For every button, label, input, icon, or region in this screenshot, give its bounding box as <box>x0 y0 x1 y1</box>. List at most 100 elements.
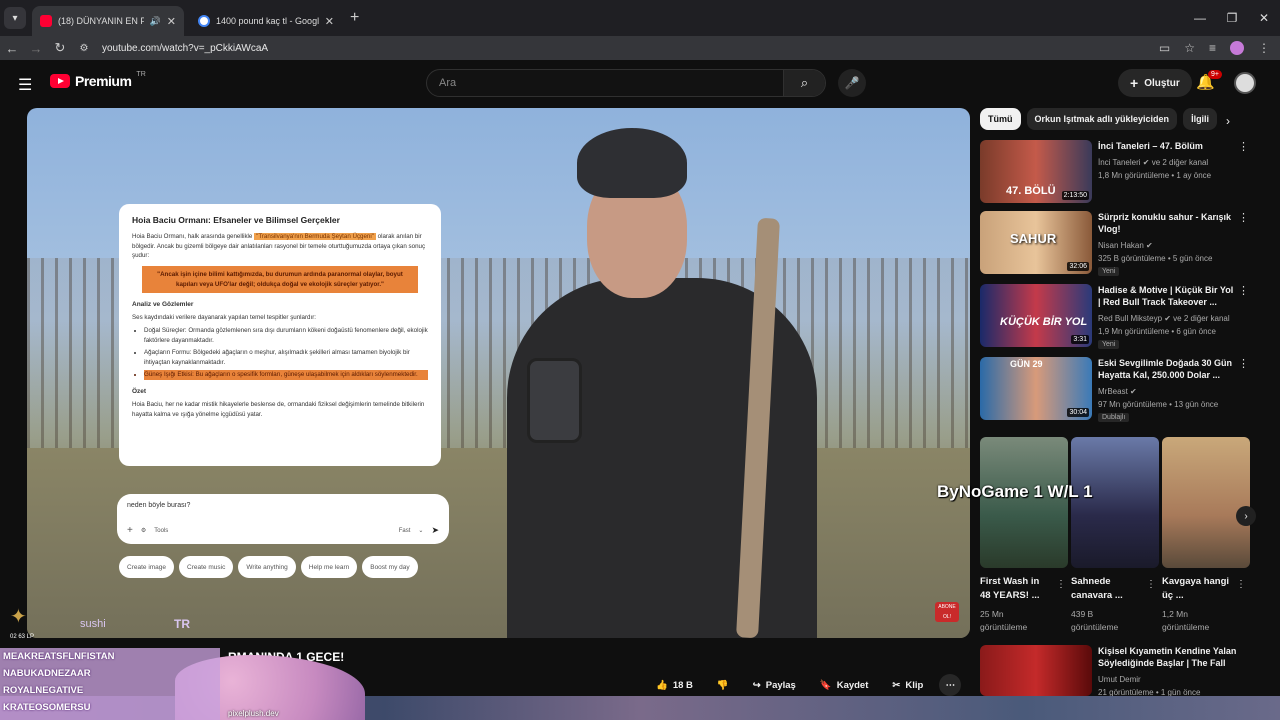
clip-button[interactable]: ✂ Klip <box>884 674 931 696</box>
video-title[interactable]: Kişisel Kıyametin Kendine Yalan Söylediğ… <box>1098 645 1238 669</box>
voice-search-icon[interactable]: 🎤 <box>838 69 866 97</box>
more-options-icon[interactable]: ⋮ <box>1238 140 1249 153</box>
list-item[interactable]: SAHUR 32:06 Sürpriz konuklu sahur - Karı… <box>980 211 1270 277</box>
tools-icon[interactable]: ⚙ <box>141 527 146 534</box>
chip-boost-my-day[interactable]: Boost my day <box>362 556 418 578</box>
chip-create-image[interactable]: Create image <box>119 556 175 578</box>
card-title: Hoia Baciu Ormanı: Efsaneler ve Bilimsel… <box>132 215 340 225</box>
cast-icon[interactable]: ▭ <box>1159 41 1170 55</box>
more-options-icon[interactable]: ⋮ <box>1238 211 1249 224</box>
minimize-icon[interactable]: — <box>1184 11 1216 25</box>
media-control-icon[interactable]: ≡ <box>1209 41 1216 55</box>
prompt-input[interactable]: neden böyle burası? <box>127 502 190 509</box>
close-tab-icon[interactable]: ✕ <box>325 15 334 28</box>
like-button[interactable]: 👍 18 B <box>648 674 701 696</box>
short-thumbnail[interactable] <box>1071 437 1159 568</box>
overlay-tr: TR <box>174 617 190 631</box>
channel-name[interactable]: İnci Taneleri ✔ ve 2 diğer kanal <box>1098 158 1248 167</box>
stream-overlay-panel: ✦ 02 63 LP sushi TR MEAKREATSFLNFISTAN N… <box>0 600 230 720</box>
profile-icon[interactable] <box>1230 41 1244 55</box>
chip-write-anything[interactable]: Write anything <box>238 556 296 578</box>
chip-all[interactable]: Tümü <box>980 108 1021 130</box>
youtube-premium-logo[interactable]: Premium TR <box>50 71 146 89</box>
video-thumbnail[interactable]: KÜÇÜK BİR YOL 3:31 <box>980 284 1092 347</box>
list-item[interactable]: GÜN 29 30:04 Eski Sevgilimle Doğada 30 G… <box>980 357 1270 423</box>
search-icon[interactable]: ⌕ <box>783 70 825 96</box>
subscribe-watermark[interactable]: ABONE OL! <box>935 602 959 622</box>
site-info-icon[interactable]: ⚙ <box>72 43 96 54</box>
tab-search-button[interactable]: ▾ <box>4 7 26 29</box>
duration-badge: 32:06 <box>1067 262 1089 271</box>
video-thumbnail[interactable]: 47. BÖLÜ 2:13:50 <box>980 140 1092 203</box>
short-title[interactable]: First Wash in 48 YEARS! ... <box>980 575 1050 603</box>
tab-youtube[interactable]: (18) DÜNYANIN EN PARAN 🔊 ✕ <box>32 6 184 36</box>
chip-related[interactable]: İlgili <box>1183 108 1218 130</box>
video-title[interactable]: Eski Sevgilimle Doğada 30 Gün Hayatta Ka… <box>1098 357 1238 381</box>
more-options-icon[interactable]: ⋮ <box>1238 357 1249 370</box>
mode-select[interactable]: Fast <box>399 528 411 534</box>
thumbnail-text: 47. BÖLÜ <box>1006 185 1056 197</box>
logo-region: TR <box>136 71 146 78</box>
video-title[interactable]: İnci Taneleri – 47. Bölüm <box>1098 140 1238 152</box>
channel-name[interactable]: Red Bull Miksteyp ✔ ve 2 diğer kanal <box>1098 314 1248 323</box>
more-options-icon[interactable]: ⋮ <box>1056 579 1066 590</box>
list-item[interactable]: 47. BÖLÜ 2:13:50 İnci Taneleri – 47. Böl… <box>980 140 1270 206</box>
create-button[interactable]: + Oluştur <box>1118 69 1192 97</box>
avatar[interactable] <box>1234 72 1256 94</box>
channel-name[interactable]: MrBeast ✔ <box>1098 387 1248 396</box>
more-actions-button[interactable]: ⋯ <box>939 674 962 696</box>
short-title[interactable]: Sahnede canavara ... <box>1071 575 1141 603</box>
close-window-icon[interactable]: ✕ <box>1248 11 1280 25</box>
video-thumbnail[interactable]: GÜN 29 30:04 <box>980 357 1092 420</box>
restore-icon[interactable]: ❐ <box>1216 11 1248 25</box>
add-icon[interactable]: + <box>127 525 133 536</box>
channel-name[interactable]: Nisan Hakan ✔ <box>1098 241 1248 250</box>
video-title[interactable]: Sürpriz konuklu sahur - Karışık Vlog! <box>1098 211 1238 235</box>
chip-help-me-learn[interactable]: Help me learn <box>300 556 358 578</box>
video-player[interactable]: Hoia Baciu Ormanı: Efsaneler ve Bilimsel… <box>27 108 970 638</box>
like-count: 18 B <box>672 679 693 691</box>
close-tab-icon[interactable]: ✕ <box>167 15 176 28</box>
reload-icon[interactable]: ↻ <box>48 40 72 56</box>
bookmark-star-icon[interactable]: ☆ <box>1184 41 1195 55</box>
video-thumbnail[interactable]: SAHUR 32:06 <box>980 211 1092 274</box>
shorts-next-button[interactable]: › <box>1236 506 1256 526</box>
short-views: 1,2 Mn görüntüleme <box>1162 609 1210 632</box>
chip-uploader[interactable]: Orkun Işıtmak adlı yükleyiciden <box>1026 108 1178 130</box>
stream-watermark: ByNoGame 1 W/L 1 <box>937 482 1093 501</box>
menu-dots-icon[interactable]: ⋮ <box>1258 41 1270 55</box>
short-thumbnail[interactable] <box>1162 437 1250 568</box>
hamburger-menu-icon[interactable]: ☰ <box>18 75 32 95</box>
video-thumbnail[interactable] <box>980 645 1092 696</box>
tools-label[interactable]: Tools <box>154 528 168 534</box>
video-title[interactable]: Hadise & Motive | Küçük Bir Yol | Red Bu… <box>1098 284 1238 308</box>
chevron-down-icon[interactable]: ⌄ <box>418 527 423 534</box>
duration-badge: 3:31 <box>1071 335 1089 344</box>
speaker-icon[interactable]: 🔊 <box>150 16 161 27</box>
dislike-button[interactable]: 👎 <box>709 674 737 696</box>
channel-name[interactable]: Umut Demir <box>1098 675 1248 684</box>
short-title[interactable]: Kavgaya hangi üç ... <box>1162 575 1232 603</box>
more-options-icon[interactable]: ⋮ <box>1146 579 1156 590</box>
search-box[interactable]: Ara ⌕ <box>426 69 826 97</box>
card-intro: Hoia Baciu Ormanı, halk arasında genelli… <box>132 233 426 260</box>
new-tab-button[interactable]: + <box>350 9 359 27</box>
save-label: Kaydet <box>836 679 869 691</box>
tab-google[interactable]: 1400 pound kaç tl - Google'da ✕ <box>190 6 342 36</box>
thumbnail-text: SAHUR <box>1010 231 1057 246</box>
overlay-credit: pixelplush.dev <box>228 709 279 718</box>
url-field[interactable]: youtube.com/watch?v=_pCkkiAWcaA <box>102 43 268 54</box>
gemini-prompt-box[interactable]: neden böyle burası? + ⚙ Tools Fast ⌄ ➤ <box>117 494 449 544</box>
short-thumbnail[interactable] <box>980 437 1068 568</box>
send-icon[interactable]: ➤ <box>431 525 439 536</box>
list-item[interactable]: KÜÇÜK BİR YOL 3:31 Hadise & Motive | Küç… <box>980 284 1270 350</box>
forward-icon[interactable]: → <box>24 41 48 56</box>
back-icon[interactable]: ← <box>0 41 24 56</box>
more-options-icon[interactable]: ⋮ <box>1238 284 1249 297</box>
save-button[interactable]: 🔖 Kaydet <box>812 674 877 696</box>
search-input[interactable]: Ara <box>427 77 783 89</box>
share-button[interactable]: ↪ Paylaş <box>745 674 804 696</box>
chevron-right-icon[interactable]: › <box>1226 114 1230 128</box>
chip-create-music[interactable]: Create music <box>179 556 234 578</box>
more-options-icon[interactable]: ⋮ <box>1236 579 1246 590</box>
